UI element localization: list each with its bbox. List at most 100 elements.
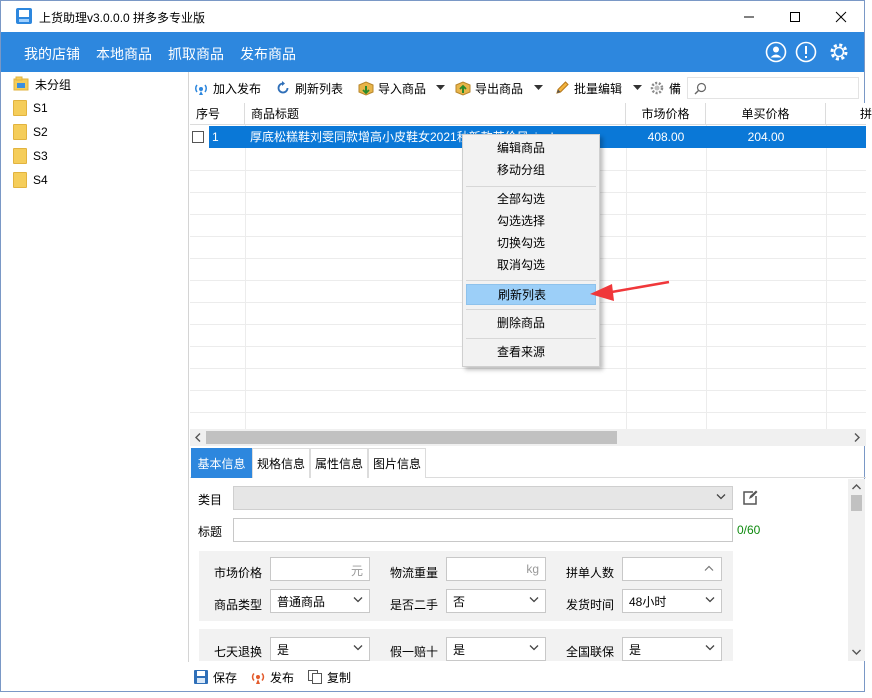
export-goods-button[interactable]: 导出商品	[455, 75, 523, 101]
warranty-select[interactable]: 是	[622, 637, 722, 661]
add-publish-button[interactable]: 加入发布	[193, 75, 261, 101]
fake-compensation-label: 假一赔十	[390, 645, 439, 659]
import-dropdown-toggle[interactable]	[436, 75, 445, 101]
tab-basic-info[interactable]: 基本信息	[191, 448, 252, 478]
dropdown-arrow-icon	[534, 85, 543, 90]
title-input[interactable]	[233, 518, 733, 542]
tree-item-ungrouped[interactable]: 未分组	[13, 75, 71, 93]
service-group: 七天退换 是 假一赔十 是 全国联保 是	[199, 629, 733, 661]
horizontal-scrollbar[interactable]	[190, 429, 866, 446]
fake-compensation-value: 是	[453, 642, 466, 657]
save-label: 保存	[213, 670, 238, 685]
return-value: 是	[277, 642, 290, 657]
menu-toggle-check[interactable]: 切换勾选	[466, 233, 596, 254]
column-header-group[interactable]: 拼	[826, 103, 872, 125]
search-input[interactable]	[687, 77, 859, 99]
scroll-up-icon[interactable]	[852, 483, 861, 491]
chevron-up-icon[interactable]	[704, 564, 714, 572]
column-header-market-price[interactable]: 市场价格	[626, 103, 706, 125]
vertical-scrollbar[interactable]	[848, 479, 865, 661]
chevron-down-icon	[353, 645, 363, 651]
menu-delete-goods[interactable]: 删除商品	[466, 313, 596, 334]
row-checkbox[interactable]	[192, 131, 204, 143]
column-header-index[interactable]: 序号	[190, 103, 245, 125]
tree-item-label: 未分组	[35, 77, 72, 92]
export-dropdown-toggle[interactable]	[534, 75, 543, 101]
folder-icon	[13, 172, 27, 188]
cell-market-price: 408.00	[647, 130, 685, 144]
menu-uncheck[interactable]: 取消勾选	[466, 255, 596, 276]
menu-move-group[interactable]: 移动分组	[466, 160, 596, 181]
dropdown-arrow-icon	[436, 85, 445, 90]
minimize-icon	[744, 16, 754, 17]
menu-grab-goods[interactable]: 抓取商品	[168, 44, 224, 64]
tree-item-s4[interactable]: S4	[13, 171, 48, 189]
chevron-down-icon	[353, 597, 363, 603]
warranty-label: 全国联保	[566, 645, 615, 659]
refresh-list-button[interactable]: 刷新列表	[275, 75, 343, 101]
cell-single-price: 204.00	[747, 130, 785, 144]
goods-type-select[interactable]: 普通商品	[270, 589, 370, 613]
add-publish-label: 加入发布	[213, 81, 262, 96]
scroll-down-icon[interactable]	[852, 648, 861, 656]
edit-icon[interactable]	[741, 489, 759, 507]
fake-compensation-select[interactable]: 是	[446, 637, 546, 661]
maximize-icon	[790, 11, 800, 22]
tab-image-info[interactable]: 图片信息	[368, 448, 426, 478]
folder-icon	[13, 100, 27, 116]
return-label: 七天退换	[214, 645, 263, 659]
tree-item-s1[interactable]: S1	[13, 99, 48, 117]
refresh-icon	[277, 81, 289, 94]
column-header-single-price[interactable]: 单买价格	[706, 103, 826, 125]
info-icon[interactable]	[795, 41, 817, 63]
menu-separator	[466, 280, 596, 281]
close-button[interactable]	[818, 1, 864, 32]
menu-publish-goods[interactable]: 发布商品	[240, 44, 296, 64]
return-select[interactable]: 是	[270, 637, 370, 661]
scrollbar-thumb[interactable]	[206, 431, 617, 444]
menu-check-all[interactable]: 全部勾选	[466, 189, 596, 210]
menu-edit-goods[interactable]: 编辑商品	[466, 138, 596, 159]
weight-label: 物流重量	[390, 566, 439, 580]
tab-spec-info[interactable]: 规格信息	[252, 448, 310, 478]
column-header-title[interactable]: 商品标题	[245, 103, 626, 125]
settings-icon[interactable]	[828, 41, 850, 63]
group-tree: 未分组 S1 S2 S3 S4	[7, 72, 189, 662]
menu-check-selected[interactable]: 勾选选择	[466, 211, 596, 232]
category-select[interactable]	[233, 486, 733, 510]
tab-attr-info[interactable]: 属性信息	[310, 448, 368, 478]
menu-view-source[interactable]: 查看来源	[466, 342, 596, 363]
save-icon	[194, 670, 208, 684]
ship-time-label: 发货时间	[566, 598, 615, 612]
broadcast-icon	[195, 84, 207, 95]
tree-item-s3[interactable]: S3	[13, 147, 48, 165]
scrollbar-thumb[interactable]	[851, 495, 862, 511]
tree-item-label: S1	[33, 101, 48, 115]
publish-button[interactable]: 发布	[250, 666, 294, 688]
pencil-icon	[556, 81, 569, 94]
menu-local-goods[interactable]: 本地商品	[96, 44, 152, 64]
menu-my-store[interactable]: 我的店铺	[24, 44, 80, 64]
maximize-button[interactable]	[772, 1, 818, 32]
scroll-left-icon[interactable]	[194, 433, 202, 442]
menu-refresh-list[interactable]: 刷新列表	[466, 284, 596, 305]
goods-type-label: 商品类型	[214, 598, 263, 612]
broadcast-icon	[251, 672, 265, 684]
menu-bar: 我的店铺 本地商品 抓取商品 发布商品	[1, 32, 864, 72]
minimize-button[interactable]	[726, 1, 772, 32]
import-goods-button[interactable]: 导入商品	[358, 75, 426, 101]
copy-button[interactable]: 复制	[307, 666, 351, 688]
backup-button[interactable]: 備	[649, 75, 681, 101]
ship-time-select[interactable]: 48小时	[622, 589, 722, 613]
user-icon[interactable]	[765, 41, 787, 63]
scroll-right-icon[interactable]	[853, 433, 861, 442]
batch-edit-button[interactable]: 批量编辑	[554, 75, 622, 101]
table-header: 序号 商品标题 市场价格 单买价格 拼	[190, 103, 872, 125]
tree-item-s2[interactable]: S2	[13, 123, 48, 141]
batch-edit-dropdown-toggle[interactable]	[633, 75, 642, 101]
weight-input[interactable]: kg	[446, 557, 546, 581]
market-price-input[interactable]: 元	[270, 557, 370, 581]
group-size-stepper[interactable]	[622, 557, 722, 581]
second-hand-select[interactable]: 否	[446, 589, 546, 613]
save-button[interactable]: 保存	[193, 666, 237, 688]
